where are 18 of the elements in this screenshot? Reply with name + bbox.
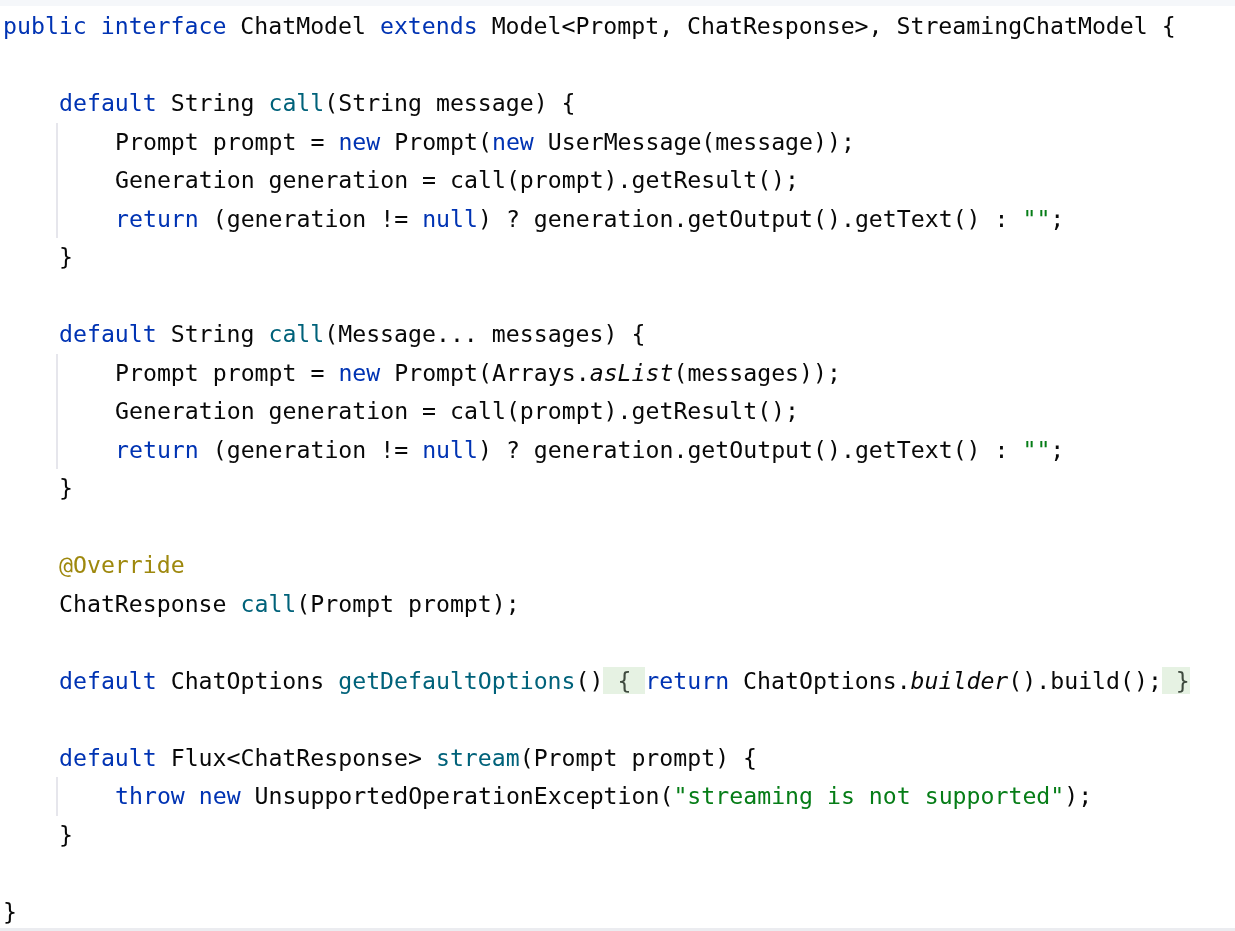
code-line: Prompt prompt = new Prompt(new UserMessage(message));: [115, 126, 855, 157]
code-line: return (generation != null) ? generation.getOutput().getText() : "";: [115, 434, 1065, 465]
code-line: Generation generation = call(prompt).getResult();: [115, 165, 800, 195]
code-line: return (generation != null) ? generation.getOutput().getText() : "";: [115, 203, 1065, 234]
code-line: default String call(String message) {: [59, 88, 576, 118]
code-line: Generation generation = call(prompt).getResult();: [115, 396, 800, 426]
code-line: }: [59, 473, 73, 503]
code-line: Prompt prompt = new Prompt(Arrays.asList(messages));: [115, 357, 841, 388]
code-line: }: [59, 242, 73, 272]
code-line: throw new UnsupportedOperationException("streaming is not supported");: [115, 781, 1093, 811]
code-line: ChatResponse call(Prompt prompt);: [59, 588, 520, 619]
code-line: @Override: [59, 550, 185, 580]
code-line: }: [3, 896, 17, 927]
code-line: default ChatOptions getDefaultOptions() { return ChatOptions.builder().build(); }: [59, 665, 1190, 696]
code-line: default String call(Message... messages) {: [59, 319, 646, 349]
code-line: default Flux<ChatResponse> stream(Prompt prompt) {: [59, 742, 758, 773]
code-line: public interface ChatModel extends Model<Prompt, ChatResponse>, StreamingChatModel {: [3, 11, 1176, 41]
code-line: }: [59, 819, 73, 850]
